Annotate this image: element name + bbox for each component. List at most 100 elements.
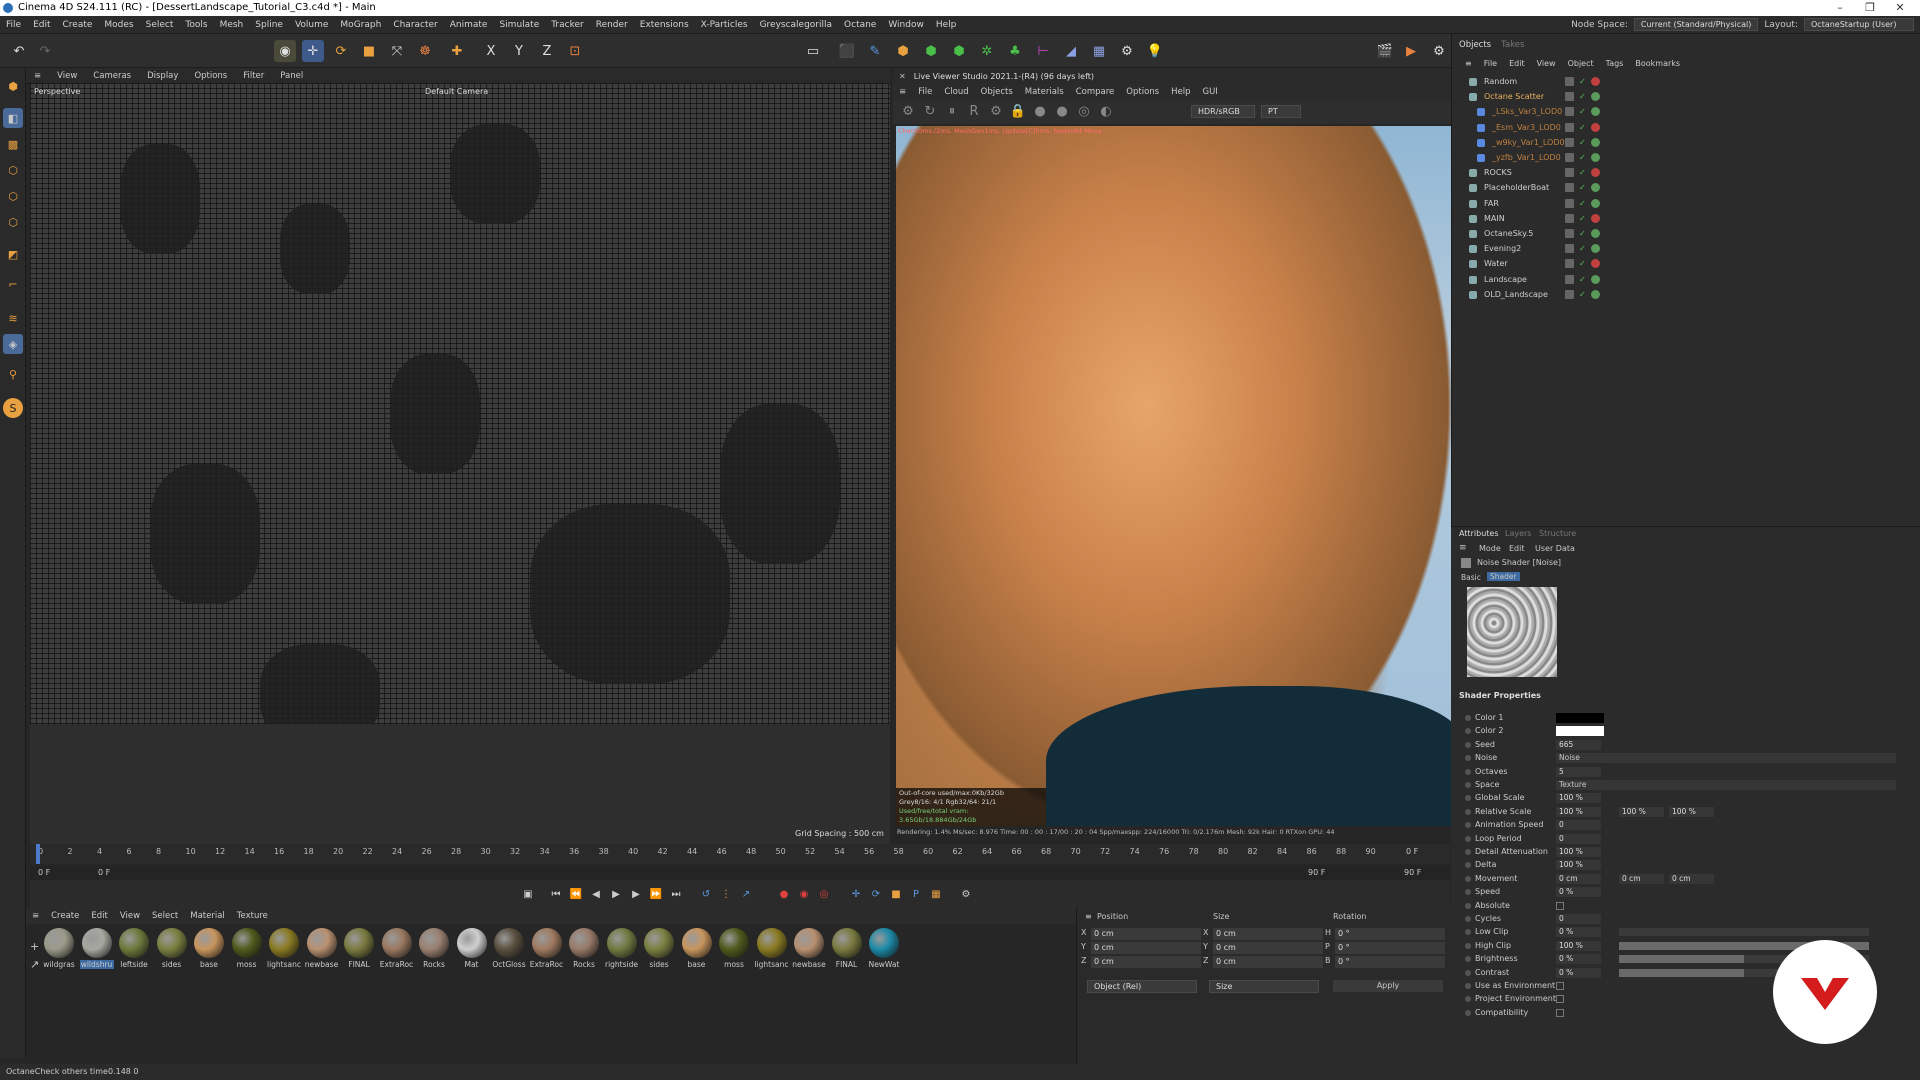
visibility-toggle-icon[interactable]: [1565, 183, 1574, 193]
menu-greyscalegorilla[interactable]: Greyscalegorilla: [754, 20, 838, 30]
end-frame-field[interactable]: 90 F: [1308, 868, 1325, 877]
tag-icon[interactable]: [1591, 122, 1600, 132]
tag-icon[interactable]: [1591, 153, 1600, 162]
attr-checkbox[interactable]: [1556, 1008, 1564, 1017]
rotation-p-field[interactable]: 0 °: [1335, 942, 1445, 954]
render-icon[interactable]: ▶: [1400, 40, 1422, 62]
menu-help[interactable]: Help: [930, 20, 963, 30]
material-swatch[interactable]: moss: [717, 928, 751, 969]
attr-value-field[interactable]: 0 %: [1556, 927, 1601, 938]
material-swatch[interactable]: Mat: [455, 928, 489, 969]
attr-value-field[interactable]: 0: [1556, 914, 1601, 924]
focus-icon[interactable]: ◎: [1075, 102, 1093, 120]
live-render-image[interactable]: Check0ms./2ms. MeshGen1ms. Update[C]0ms.…: [896, 126, 1451, 826]
position-z-field[interactable]: 0 cm: [1091, 956, 1201, 968]
attr-menu-icon[interactable]: ≡: [1459, 543, 1467, 553]
tag-icon[interactable]: [1591, 183, 1600, 193]
rotation-b-field[interactable]: 0 °: [1335, 956, 1445, 968]
live-viewer-menu-icon[interactable]: ≡: [893, 87, 912, 97]
material-swatch[interactable]: base: [680, 928, 714, 969]
keyframe-selection-icon[interactable]: ◎: [816, 886, 832, 902]
live-selection-icon[interactable]: ◉: [274, 40, 296, 62]
size-x-field[interactable]: 0 cm: [1213, 928, 1323, 940]
object-menu-view[interactable]: View: [1531, 59, 1562, 68]
animate-dot-icon[interactable]: [1465, 942, 1471, 949]
object-row[interactable]: Octane Scatter ✓: [1459, 89, 1919, 104]
menu-tools[interactable]: Tools: [179, 20, 213, 30]
color-space-dropdown[interactable]: HDR/sRGB: [1191, 105, 1255, 118]
param-key-icon[interactable]: P: [908, 886, 924, 902]
cloner-icon[interactable]: ⬢: [920, 40, 942, 62]
object-row[interactable]: _yzfb_Var1_LOD0 ✓: [1459, 150, 1919, 165]
animate-dot-icon[interactable]: [1465, 956, 1471, 963]
material-menu-create[interactable]: Create: [45, 911, 85, 921]
enable-check-icon[interactable]: ✓: [1579, 104, 1586, 119]
timeline-ruler[interactable]: 0 F 0 2 4 6 8 10 12 14 16 18 20 22 24 26 28 30 32 34 36 38 4…: [30, 844, 1450, 864]
size-z-field[interactable]: 0 cm: [1213, 956, 1323, 968]
subtab-basic[interactable]: Basic: [1461, 573, 1481, 582]
play-icon[interactable]: ▶: [608, 886, 624, 902]
scale-key-icon[interactable]: ■: [888, 886, 904, 902]
attr-value-field[interactable]: 0 cm: [1619, 873, 1664, 884]
loop-icon[interactable]: ↺: [698, 886, 714, 902]
tag-icon[interactable]: [1591, 168, 1600, 178]
attr-checkbox[interactable]: [1556, 995, 1564, 1004]
visibility-toggle-icon[interactable]: [1565, 213, 1574, 223]
material-menu-edit[interactable]: Edit: [85, 911, 113, 921]
viewport-perspective[interactable]: Perspective Default Camera Grid Spacing …: [30, 84, 890, 844]
visibility-toggle-icon[interactable]: [1565, 92, 1574, 102]
sphere-icon[interactable]: ●: [1031, 102, 1049, 120]
object-row[interactable]: MAIN ✓: [1459, 211, 1919, 226]
tag-icon[interactable]: [1591, 92, 1600, 102]
animate-dot-icon[interactable]: [1465, 849, 1471, 855]
enable-check-icon[interactable]: ✓: [1579, 74, 1586, 89]
light-icon[interactable]: 💡: [1144, 40, 1166, 62]
enable-check-icon[interactable]: ✓: [1579, 120, 1586, 135]
attr-value-field[interactable]: 0: [1556, 833, 1601, 844]
enable-check-icon[interactable]: ✓: [1579, 256, 1586, 271]
visibility-toggle-icon[interactable]: [1565, 168, 1574, 178]
object-row[interactable]: Random ✓: [1459, 74, 1919, 89]
attr-value-field[interactable]: 0 cm: [1669, 873, 1714, 884]
send-scene-icon[interactable]: ⚙: [899, 102, 917, 120]
x-axis-icon[interactable]: X: [480, 40, 502, 62]
pointer-icon[interactable]: ↗: [30, 958, 39, 971]
color-swatch[interactable]: [1556, 726, 1604, 737]
viewport-menu-view[interactable]: View: [49, 71, 85, 81]
enable-check-icon[interactable]: ✓: [1579, 287, 1586, 302]
prev-frame-icon[interactable]: ◀: [588, 886, 604, 902]
attr-checkbox[interactable]: [1556, 982, 1564, 990]
animate-dot-icon[interactable]: [1465, 902, 1471, 909]
material-swatch[interactable]: sides: [155, 928, 189, 969]
size-y-field[interactable]: 0 cm: [1213, 942, 1323, 954]
tag-icon[interactable]: [1591, 198, 1600, 208]
attr-value-field[interactable]: 100 %: [1556, 860, 1601, 871]
animate-dot-icon[interactable]: [1465, 782, 1471, 788]
material-swatch[interactable]: ExtraRoc: [530, 928, 564, 969]
max-frame-field[interactable]: 90 F: [1404, 868, 1421, 877]
viewport-menu-filter[interactable]: Filter: [235, 71, 272, 81]
render-mode-dropdown[interactable]: PT: [1261, 105, 1301, 118]
floor-icon[interactable]: ▦: [1088, 40, 1110, 62]
live-viewer-menu-objects[interactable]: Objects: [975, 87, 1019, 97]
animate-dot-icon[interactable]: [1465, 808, 1471, 815]
attr-dropdown[interactable]: Texture: [1556, 780, 1896, 790]
attr-value-field[interactable]: 100 %: [1556, 940, 1601, 951]
animate-dot-icon[interactable]: [1465, 996, 1471, 1003]
tag-icon[interactable]: [1591, 289, 1600, 299]
tag-icon[interactable]: [1591, 274, 1600, 284]
menu-create[interactable]: Create: [57, 20, 99, 30]
enable-check-icon[interactable]: ✓: [1579, 165, 1586, 180]
attr-value-field[interactable]: 0 %: [1556, 967, 1601, 978]
material-swatch[interactable]: Rocks: [417, 928, 451, 969]
viewport-menu-panel[interactable]: Panel: [272, 71, 311, 81]
object-menu-icon[interactable]: ≡: [1459, 59, 1478, 68]
menu-spline[interactable]: Spline: [249, 20, 289, 30]
visibility-toggle-icon[interactable]: [1565, 137, 1574, 147]
apply-button[interactable]: Apply: [1333, 980, 1443, 992]
object-menu-tags[interactable]: Tags: [1600, 59, 1630, 68]
menu-edit[interactable]: Edit: [27, 20, 56, 30]
workplane-icon[interactable]: ◈: [3, 334, 23, 354]
object-row[interactable]: OLD_Landscape ✓: [1459, 287, 1919, 302]
menu-extensions[interactable]: Extensions: [634, 20, 695, 30]
